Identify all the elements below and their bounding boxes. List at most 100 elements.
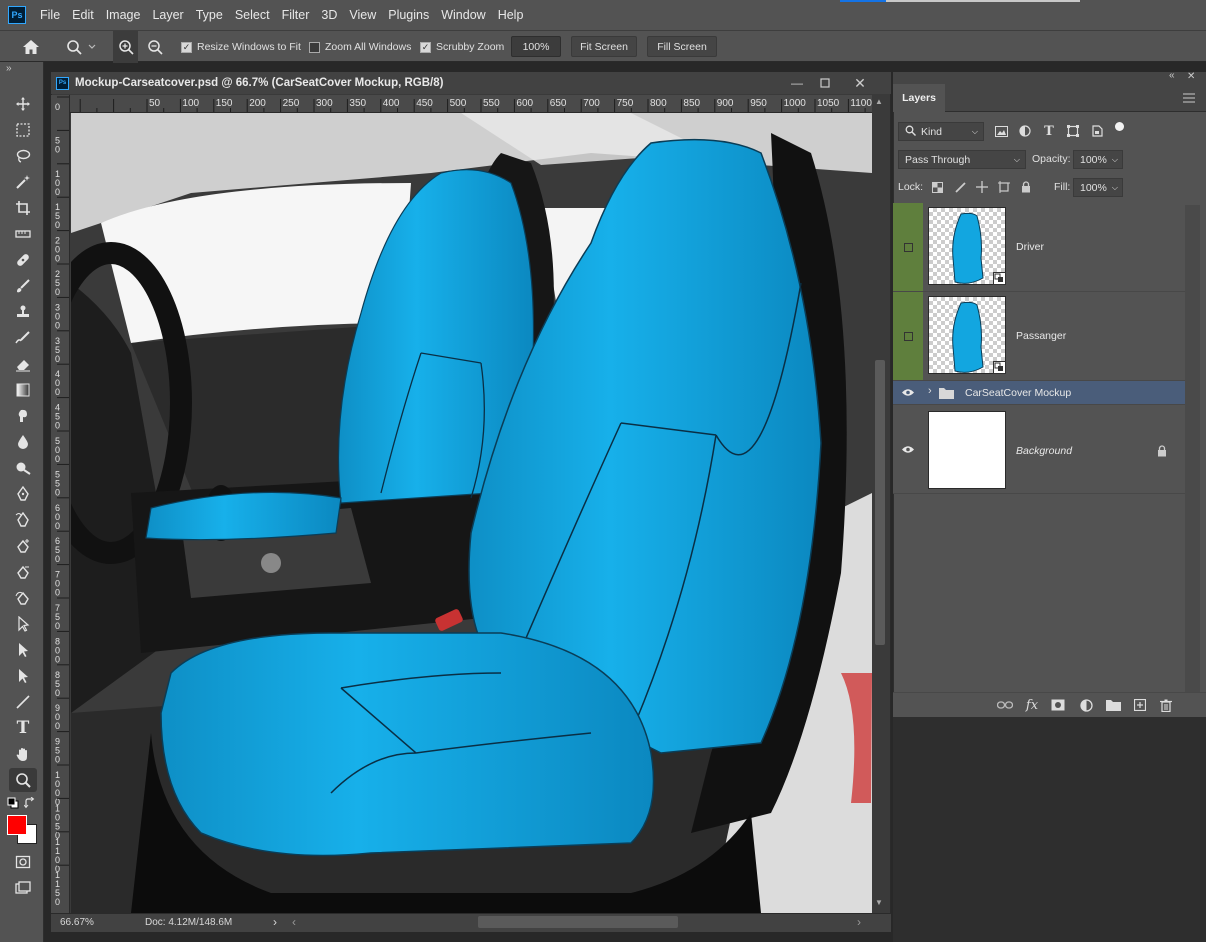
menu-plugins[interactable]: Plugins [382,0,435,30]
zoom-value-field[interactable]: 100% [511,36,561,57]
group-expand-chevron-icon[interactable]: › [928,385,932,397]
menu-image[interactable]: Image [100,0,147,30]
scroll-down-icon[interactable]: ▼ [875,898,883,907]
zoom-status[interactable]: 66.67% [60,917,94,928]
hand-tool-icon[interactable] [9,742,37,766]
vertical-ruler[interactable]: 0501001502002503003504004505005506006507… [51,95,70,913]
collapse-panel-icon[interactable]: « [1169,70,1175,81]
curvature-pen-tool-icon[interactable] [9,534,37,558]
menu-3d[interactable]: 3D [315,0,343,30]
scrubby-zoom-checkbox[interactable]: ✓ Scrubby Zoom [420,40,504,54]
filter-pixel-icon[interactable] [993,123,1009,139]
move-tool-icon[interactable] [9,92,37,116]
history-brush-tool-icon[interactable] [9,326,37,350]
fill-field[interactable]: 100% ⌵ [1073,178,1123,197]
quick-mask-icon[interactable] [9,850,37,874]
menu-view[interactable]: View [343,0,382,30]
swap-colors-icon[interactable] [23,796,36,809]
layer-row-carseatcover-mockup[interactable]: › CarSeatCover Mockup [893,381,1185,405]
opacity-field[interactable]: 100% ⌵ [1073,150,1123,169]
lock-transparent-pixels-icon[interactable] [929,179,945,195]
screen-mode-icon[interactable] [9,876,37,900]
link-layers-icon[interactable] [996,696,1014,714]
visibility-toggle[interactable] [893,381,923,404]
close-icon[interactable]: ✕ [846,72,874,94]
filter-adjustment-icon[interactable] [1017,123,1033,139]
new-layer-icon[interactable] [1131,696,1149,714]
minimize-icon[interactable]: — [783,72,811,94]
status-menu-chevron-icon[interactable]: › [273,915,277,929]
panel-scrollbar[interactable] [1185,205,1200,695]
maximize-icon[interactable] [811,72,839,94]
add-mask-icon[interactable] [1049,696,1067,714]
filter-toggle-icon[interactable] [1115,122,1124,131]
zoom-in-icon[interactable] [113,31,138,63]
menu-window[interactable]: Window [435,0,491,30]
tab-layers[interactable]: Layers [893,84,945,112]
visibility-toggle[interactable] [893,405,923,493]
lock-artboard-icon[interactable] [996,179,1012,195]
canvas[interactable] [71,113,872,913]
menu-filter[interactable]: Filter [276,0,316,30]
filter-smart-object-icon[interactable] [1089,123,1105,139]
filter-shape-icon[interactable] [1065,123,1081,139]
sharpen-drop-tool-icon[interactable] [9,430,37,454]
resize-windows-checkbox[interactable]: ✓ Resize Windows to Fit [181,40,301,54]
collapse-chevron-icon[interactable]: » [6,63,12,74]
close-panel-icon[interactable]: ✕ [1187,71,1195,82]
scroll-up-icon[interactable]: ▲ [875,97,883,106]
layer-row-driver[interactable]: Driver [893,203,1185,292]
arrow-tool-icon[interactable] [9,664,37,688]
menu-layer[interactable]: Layer [146,0,189,30]
layer-row-background[interactable]: Background [893,405,1185,494]
panel-menu-icon[interactable] [1183,92,1197,104]
delete-layer-icon[interactable] [1157,696,1175,714]
dodge-tool-icon[interactable] [9,456,37,480]
menu-select[interactable]: Select [229,0,276,30]
zoom-out-icon[interactable] [142,31,167,63]
line-tool-icon[interactable] [9,690,37,714]
home-icon[interactable] [18,31,44,63]
lock-all-icon[interactable] [1018,179,1034,195]
menu-help[interactable]: Help [492,0,530,30]
horizontal-scroll-thumb[interactable] [478,916,678,928]
magic-wand-tool-icon[interactable] [9,170,37,194]
default-colors-icon[interactable] [7,797,19,809]
visibility-toggle-hidden[interactable] [893,203,923,291]
document-tab[interactable]: Ps Mockup-Carseatcover.psd @ 66.7% (CarS… [51,72,891,94]
blend-mode-select[interactable]: Pass Through ⌵ [898,150,1026,169]
layer-filter-select[interactable]: Kind ⌵ [898,122,984,141]
freeform-pen-tool-icon[interactable] [9,508,37,532]
new-group-folder-icon[interactable] [1104,696,1122,714]
scroll-left-icon[interactable]: ‹ [292,915,296,929]
eraser-tool-icon[interactable] [9,352,37,376]
type-tool-icon[interactable]: T [9,716,37,740]
foreground-color-swatch[interactable] [7,815,27,835]
menu-type[interactable]: Type [190,0,229,30]
layer-row-passanger[interactable]: Passanger [893,292,1185,381]
vertical-scroll-thumb[interactable] [875,360,885,645]
delete-anchor-tool-icon[interactable] [9,560,37,584]
lock-image-pixels-icon[interactable] [952,179,968,195]
path-selection-tool-icon[interactable] [9,612,37,636]
layer-style-fx-icon[interactable]: fx [1023,696,1041,714]
convert-point-tool-icon[interactable] [9,586,37,610]
ruler-tool-icon[interactable] [9,222,37,246]
clone-stamp-tool-icon[interactable] [9,300,37,324]
brush-tool-icon[interactable] [9,274,37,298]
zoom-tool-icon[interactable] [9,768,37,792]
filter-type-icon[interactable]: T [1041,123,1057,139]
blur-tool-icon[interactable] [9,404,37,428]
visibility-toggle-hidden[interactable] [893,292,923,380]
gradient-tool-icon[interactable] [9,378,37,402]
pen-tool-icon[interactable] [9,482,37,506]
horizontal-ruler[interactable]: 50 100 150 200 250 300 350 400 450 500 550 600 650 70… [70,95,872,113]
marquee-tool-icon[interactable] [9,118,37,142]
fill-screen-button[interactable]: Fill Screen [647,36,717,57]
lock-position-icon[interactable] [974,179,990,195]
new-adjustment-layer-icon[interactable] [1077,696,1095,714]
lasso-tool-icon[interactable] [9,144,37,168]
menu-edit[interactable]: Edit [66,0,100,30]
scroll-right-icon[interactable]: › [857,915,861,929]
zoom-all-windows-checkbox[interactable]: Zoom All Windows [309,40,411,54]
